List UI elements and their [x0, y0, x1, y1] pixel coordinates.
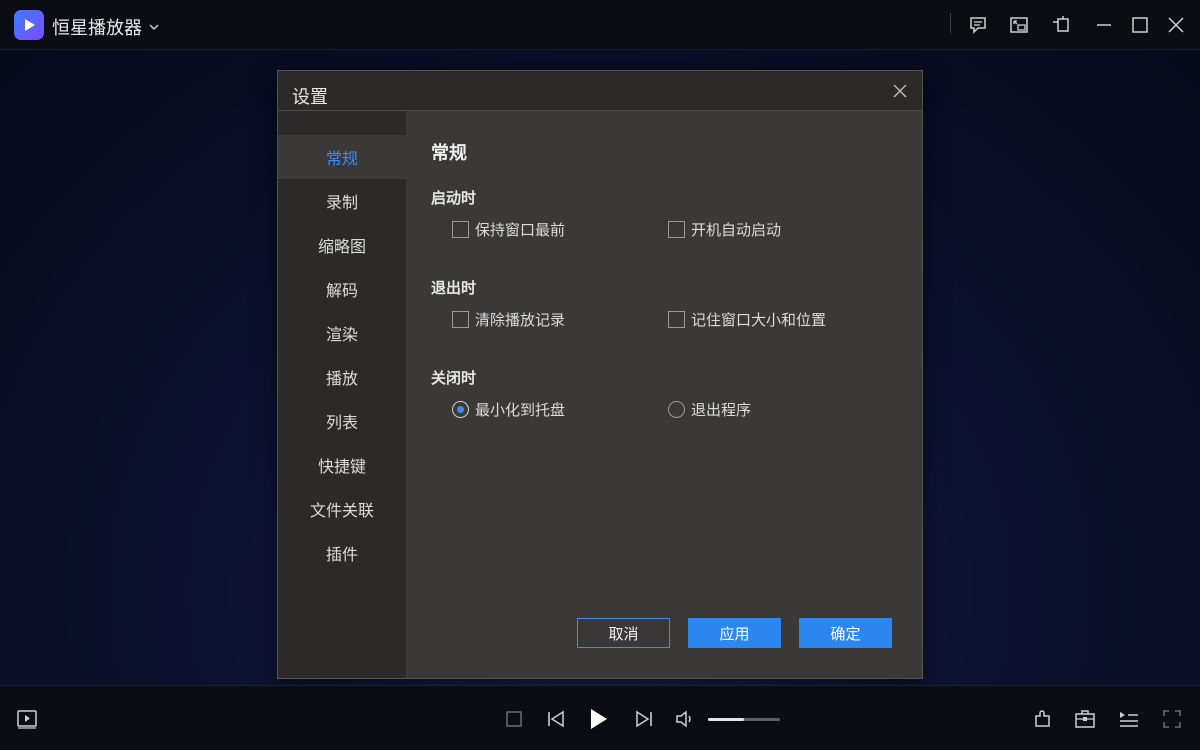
- playlist-toggle-icon[interactable]: [15, 707, 39, 731]
- pip-icon[interactable]: [1007, 13, 1031, 37]
- next-icon[interactable]: [632, 707, 656, 731]
- option-label: 退出程序: [691, 402, 752, 419]
- option-label: 记住窗口大小和位置: [691, 312, 827, 329]
- group-label-startup: 启动时: [431, 190, 477, 207]
- control-bar: [0, 685, 1200, 750]
- sidebar-item-file-association[interactable]: 文件关联: [278, 487, 406, 531]
- app-title: 恒星播放器: [52, 18, 142, 38]
- stop-icon[interactable]: [502, 707, 526, 731]
- keep-window-on-top-option[interactable]: 保持窗口最前: [452, 219, 565, 240]
- play-icon[interactable]: [586, 707, 610, 731]
- remember-window-checkbox[interactable]: [668, 311, 685, 328]
- fullscreen-icon[interactable]: [1160, 707, 1184, 731]
- sidebar-item-list[interactable]: 列表: [278, 399, 406, 443]
- playlist-icon[interactable]: [1117, 707, 1141, 731]
- settings-content: 常规 启动时 保持窗口最前 开机自动启动 退出时 清除播放记录 记住窗口大小和位…: [406, 111, 922, 678]
- previous-icon[interactable]: [544, 707, 568, 731]
- sidebar-item-thumbnail[interactable]: 缩略图: [278, 223, 406, 267]
- sidebar-item-recording[interactable]: 录制: [278, 179, 406, 223]
- ok-button[interactable]: 确定: [799, 618, 892, 648]
- minimize-icon[interactable]: [1092, 13, 1116, 37]
- option-label: 开机自动启动: [691, 222, 782, 239]
- clear-history-option[interactable]: 清除播放记录: [452, 309, 565, 330]
- clear-history-checkbox[interactable]: [452, 311, 469, 328]
- sidebar-item-rendering[interactable]: 渲染: [278, 311, 406, 355]
- title-bar-divider: [950, 13, 951, 33]
- chat-icon[interactable]: [966, 13, 990, 37]
- exit-program-option[interactable]: 退出程序: [668, 399, 751, 420]
- option-label: 最小化到托盘: [475, 402, 566, 419]
- chevron-down-icon: [148, 17, 160, 38]
- section-title: 常规: [431, 143, 467, 163]
- app-menu-button[interactable]: 恒星播放器: [52, 14, 160, 40]
- option-label: 保持窗口最前: [475, 222, 566, 239]
- sidebar-item-plugins[interactable]: 插件: [278, 531, 406, 575]
- sidebar-item-general[interactable]: 常规: [278, 135, 406, 179]
- auto-start-checkbox[interactable]: [668, 221, 685, 238]
- dialog-title: 设置: [292, 87, 328, 107]
- maximize-icon[interactable]: [1128, 13, 1152, 37]
- option-label: 清除播放记录: [475, 312, 566, 329]
- pin-on-top-icon[interactable]: [1050, 13, 1074, 37]
- title-bar: 恒星播放器: [0, 0, 1200, 50]
- toolbox-icon[interactable]: [1073, 707, 1097, 731]
- volume-slider-fill: [708, 718, 744, 721]
- sidebar-item-shortcuts[interactable]: 快捷键: [278, 443, 406, 487]
- apply-button[interactable]: 应用: [688, 618, 781, 648]
- sidebar-item-decoding[interactable]: 解码: [278, 267, 406, 311]
- minimize-to-tray-option[interactable]: 最小化到托盘: [452, 399, 565, 420]
- cancel-button[interactable]: 取消: [577, 618, 670, 648]
- auto-start-option[interactable]: 开机自动启动: [668, 219, 781, 240]
- volume-slider[interactable]: [708, 718, 780, 721]
- close-icon[interactable]: [1164, 13, 1188, 37]
- group-label-exit: 退出时: [431, 280, 477, 297]
- minimize-to-tray-radio[interactable]: [452, 401, 469, 418]
- dialog-header: 设置: [278, 71, 922, 111]
- group-label-close: 关闭时: [431, 370, 477, 387]
- exit-program-radio[interactable]: [668, 401, 685, 418]
- settings-sidebar: 常规 录制 缩略图 解码 渲染 播放 列表 快捷键 文件关联 插件: [278, 111, 406, 678]
- dialog-close-icon[interactable]: [890, 81, 910, 101]
- remember-window-option[interactable]: 记住窗口大小和位置: [668, 309, 826, 330]
- keep-window-on-top-checkbox[interactable]: [452, 221, 469, 238]
- sidebar-item-playback[interactable]: 播放: [278, 355, 406, 399]
- volume-icon[interactable]: [674, 707, 698, 731]
- app-logo-icon: [14, 10, 44, 40]
- settings-dialog: 设置 常规 录制 缩略图 解码 渲染 播放 列表 快捷键 文件关联 插件 常规 …: [277, 70, 923, 679]
- plugin-icon[interactable]: [1031, 707, 1055, 731]
